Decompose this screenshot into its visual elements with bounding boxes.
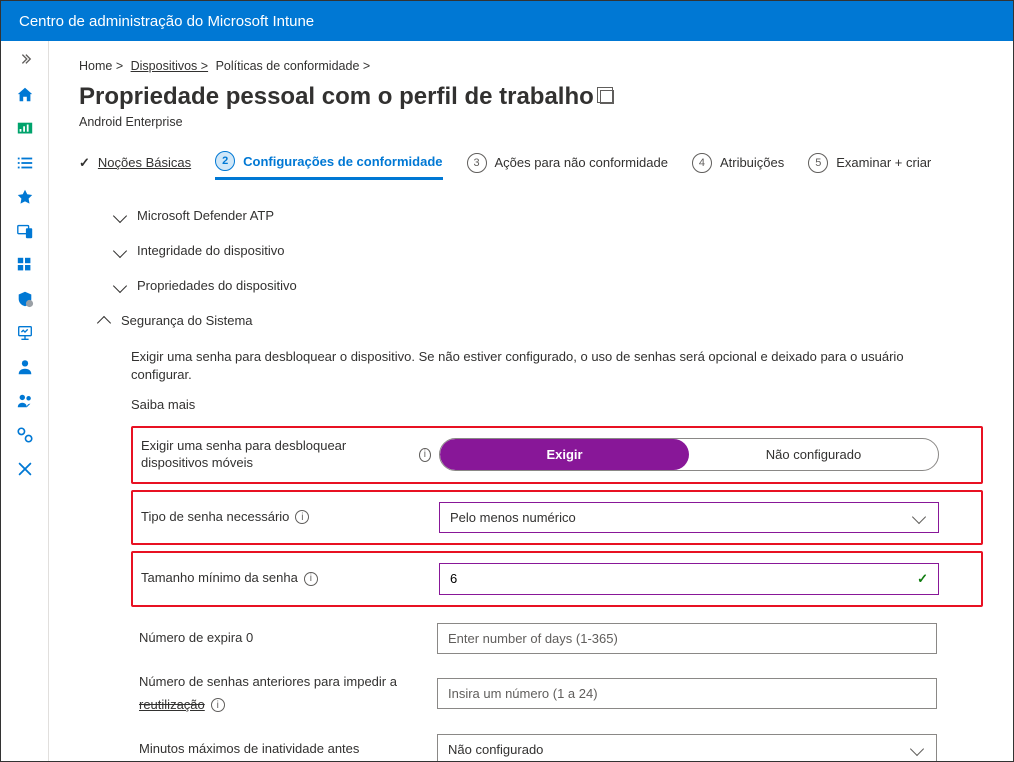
info-icon[interactable]: i [304, 572, 318, 586]
breadcrumb-devices[interactable]: Dispositivos > [131, 59, 208, 73]
password-type-label: Tipo de senha necessário i [141, 509, 431, 526]
section-defender[interactable]: Microsoft Defender ATP [95, 198, 983, 233]
check-icon [79, 155, 90, 171]
section-security[interactable]: Segurança do Sistema [79, 303, 983, 338]
home-icon[interactable] [15, 85, 35, 105]
chevron-down-icon [910, 742, 924, 756]
app-title: Centro de administração do Microsoft Int… [19, 13, 314, 30]
expiration-field[interactable] [448, 631, 926, 646]
reports-icon[interactable] [15, 323, 35, 343]
expiration-input[interactable] [437, 623, 937, 654]
page-subtitle: Android Enterprise [79, 115, 983, 129]
previous-passwords-label: Número de senhas anteriores para impedir… [139, 674, 429, 714]
expiration-label: Número de expira 0 [139, 630, 429, 647]
sidebar [1, 41, 49, 761]
devices-icon[interactable] [15, 221, 35, 241]
chevron-down-icon [912, 510, 926, 524]
pill-notconfigured[interactable]: Não configurado [689, 439, 938, 470]
setting-password-type: Tipo de senha necessário i Pelo menos nu… [131, 490, 983, 545]
shield-icon[interactable] [15, 289, 35, 309]
users-icon[interactable] [15, 391, 35, 411]
user-icon[interactable] [15, 357, 35, 377]
inactivity-dropdown[interactable]: Não configurado [437, 734, 937, 761]
favorites-icon[interactable] [15, 187, 35, 207]
page-title: Propriedade pessoal com o perfil de trab… [79, 83, 983, 111]
learn-more-link[interactable]: Saiba mais [131, 397, 983, 412]
sidebar-expand-icon[interactable] [1, 47, 48, 71]
security-body: Exigir uma senha para desbloquear o disp… [79, 338, 983, 761]
section-integrity[interactable]: Integridade do dispositivo [95, 233, 983, 268]
list-icon[interactable] [15, 153, 35, 173]
chevron-down-icon [113, 243, 127, 257]
check-icon: ✓ [917, 571, 928, 587]
tab-basics[interactable]: Noções Básicas [79, 155, 191, 177]
main-content: Home > Dispositivos > Políticas de confo… [49, 41, 1013, 761]
step-number: 5 [808, 153, 828, 173]
min-length-input[interactable]: ✓ [439, 563, 939, 595]
password-type-dropdown[interactable]: Pelo menos numérico [439, 502, 939, 533]
breadcrumb-home[interactable]: Home > [79, 59, 123, 73]
chevron-down-icon [113, 278, 127, 292]
require-password-toggle[interactable]: Exigir Não configurado [439, 438, 939, 471]
pill-require[interactable]: Exigir [440, 439, 689, 470]
workspace: Home > Dispositivos > Políticas de confo… [1, 41, 1013, 761]
info-icon[interactable]: i [211, 698, 225, 712]
previous-passwords-input[interactable] [437, 678, 937, 709]
step-number: 3 [467, 153, 487, 173]
setting-expiration: Número de expira 0 [131, 613, 983, 664]
breadcrumb[interactable]: Home > Dispositivos > Políticas de confo… [79, 59, 983, 73]
section-properties[interactable]: Propriedades do dispositivo [95, 268, 983, 303]
setting-inactivity: Minutos máximos de inatividade antes Não… [131, 724, 983, 761]
settings-icon[interactable] [15, 425, 35, 445]
info-icon[interactable]: i [295, 510, 309, 524]
tab-noncompliance[interactable]: 3 Ações para não conformidade [467, 153, 668, 179]
external-icon [600, 90, 614, 104]
app-header: Centro de administração do Microsoft Int… [1, 1, 1013, 41]
breadcrumb-policies[interactable]: Políticas de conformidade > [216, 59, 371, 73]
dashboard-icon[interactable] [15, 119, 35, 139]
wizard-tabs: Noções Básicas 2 Configurações de confor… [79, 151, 983, 180]
previous-passwords-field[interactable] [448, 686, 926, 701]
min-length-label: Tamanho mínimo da senha i [141, 570, 431, 587]
tab-review[interactable]: 5 Examinar + criar [808, 153, 931, 179]
tools-icon[interactable] [15, 459, 35, 479]
chevron-up-icon [97, 315, 111, 329]
setting-require-password: Exigir uma senha para desbloquear dispos… [131, 426, 983, 484]
setting-previous-passwords: Número de senhas anteriores para impedir… [131, 664, 983, 724]
step-number: 4 [692, 153, 712, 173]
step-number: 2 [215, 151, 235, 171]
inactivity-label: Minutos máximos de inatividade antes [139, 741, 429, 758]
require-password-label: Exigir uma senha para desbloquear dispos… [141, 438, 431, 472]
apps-icon[interactable] [15, 255, 35, 275]
info-icon[interactable]: i [419, 448, 431, 462]
tab-assignments[interactable]: 4 Atribuições [692, 153, 784, 179]
tab-compliance[interactable]: 2 Configurações de conformidade [215, 151, 442, 180]
setting-min-length: Tamanho mínimo da senha i ✓ [131, 551, 983, 607]
chevron-down-icon [113, 208, 127, 222]
security-description: Exigir uma senha para desbloquear o disp… [131, 348, 931, 383]
min-length-value[interactable] [450, 571, 917, 586]
